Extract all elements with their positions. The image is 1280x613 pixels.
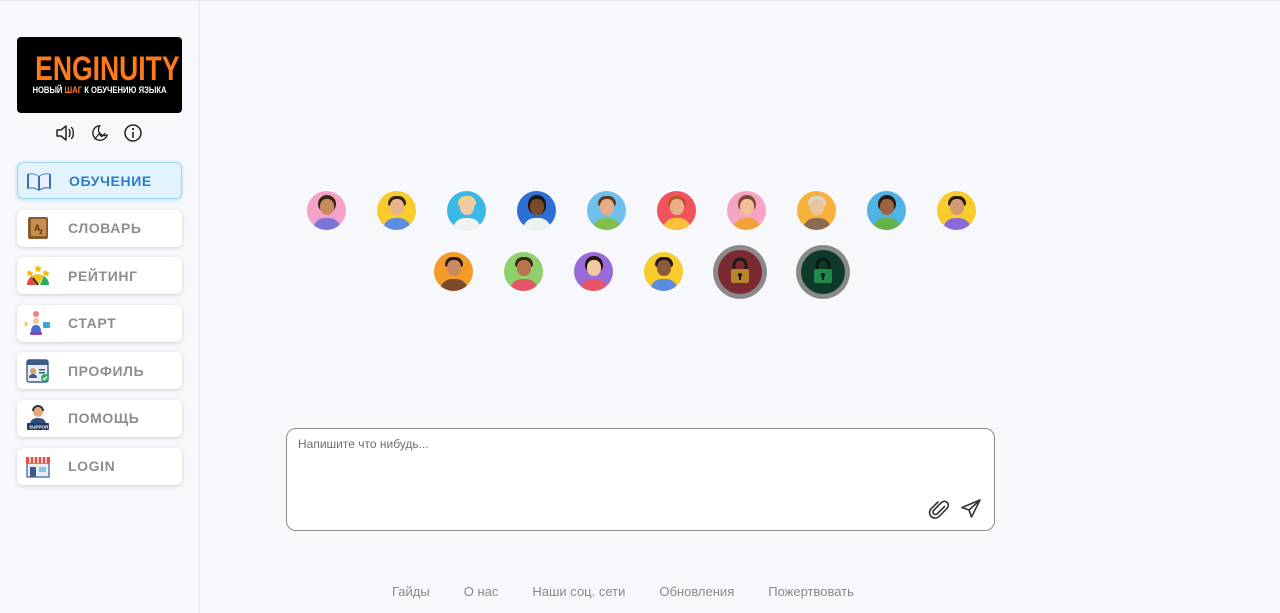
sidebar: ENGINUITY НОВЫЙ ШАГ К ОБУЧЕНИЮ ЯЗЫКА ОБУ… — [0, 1, 200, 613]
avatar[interactable] — [866, 191, 906, 230]
avatar-locked[interactable] — [713, 246, 766, 298]
avatar[interactable] — [433, 252, 473, 291]
avatar-row — [286, 191, 996, 230]
avatar[interactable] — [573, 252, 613, 291]
lock-icon — [730, 257, 749, 283]
rating-gauge-icon — [23, 262, 53, 290]
paperclip-icon[interactable] — [928, 498, 950, 520]
lock-icon — [813, 257, 832, 283]
avatar[interactable] — [586, 191, 626, 230]
avatar-locked[interactable] — [796, 246, 849, 298]
sidebar-item-label: ОБУЧЕНИЕ — [69, 172, 152, 189]
avatar[interactable] — [503, 252, 543, 291]
footer-link-about[interactable]: О нас — [464, 584, 499, 599]
svg-text:SUPPORT: SUPPORT — [29, 425, 51, 430]
sidebar-item-learning[interactable]: ОБУЧЕНИЕ — [17, 162, 182, 199]
avatar[interactable] — [796, 191, 836, 230]
sidebar-toolbar — [55, 123, 143, 143]
sidebar-nav: ОБУЧЕНИЕ Az СЛОВАРЬ РЕЙТИНГ СТАРТ ПРОФИЛ… — [17, 162, 182, 495]
sidebar-item-start[interactable]: СТАРТ — [17, 304, 182, 342]
avatar[interactable] — [656, 191, 696, 230]
sidebar-item-help[interactable]: SUPPORT ПОМОЩЬ — [17, 399, 182, 437]
avatar[interactable] — [936, 191, 976, 230]
message-input[interactable] — [296, 435, 920, 499]
start-icon — [23, 309, 53, 337]
sidebar-item-label: СТАРТ — [68, 315, 117, 332]
logo-wordmark: ENGINUITY — [35, 50, 180, 88]
sidebar-item-login[interactable]: LOGIN — [17, 447, 182, 485]
footer-link-donate[interactable]: Пожертвовать — [768, 584, 854, 599]
sidebar-item-label: РЕЙТИНГ — [68, 267, 138, 284]
sidebar-item-rating[interactable]: РЕЙТИНГ — [17, 257, 182, 295]
info-icon[interactable] — [123, 123, 143, 143]
message-composer — [286, 428, 995, 531]
store-login-icon — [23, 452, 53, 480]
theme-moon-icon[interactable] — [89, 123, 109, 143]
sidebar-item-profile[interactable]: ПРОФИЛЬ — [17, 352, 182, 390]
avatar-picker — [286, 191, 996, 320]
avatar-row — [286, 246, 996, 298]
footer-links: Гайды О нас Наши соц. сети Обновления По… — [392, 584, 854, 599]
footer-link-guides[interactable]: Гайды — [392, 584, 430, 599]
sidebar-item-label: ПРОФИЛЬ — [68, 362, 145, 379]
sidebar-item-label: СЛОВАРЬ — [68, 220, 142, 237]
svg-text:z: z — [39, 227, 43, 236]
book-icon — [24, 167, 54, 195]
speaker-icon[interactable] — [55, 123, 75, 143]
support-icon: SUPPORT — [23, 404, 53, 432]
sidebar-item-dictionary[interactable]: Az СЛОВАРЬ — [17, 209, 182, 247]
avatar[interactable] — [643, 252, 683, 291]
profile-card-icon — [23, 357, 53, 385]
avatar[interactable] — [306, 191, 346, 230]
sidebar-item-label: LOGIN — [68, 458, 116, 475]
avatar[interactable] — [726, 191, 766, 230]
logo[interactable]: ENGINUITY НОВЫЙ ШАГ К ОБУЧЕНИЮ ЯЗЫКА — [17, 37, 182, 113]
avatar[interactable] — [376, 191, 416, 230]
dictionary-icon: Az — [23, 214, 53, 242]
sidebar-item-label: ПОМОЩЬ — [68, 410, 140, 427]
avatar[interactable] — [446, 191, 486, 230]
send-icon[interactable] — [960, 498, 982, 520]
footer-link-updates[interactable]: Обновления — [659, 584, 734, 599]
logo-tagline: НОВЫЙ ШАГ К ОБУЧЕНИЮ ЯЗЫКА — [32, 85, 167, 95]
avatar[interactable] — [516, 191, 556, 230]
footer-link-social[interactable]: Наши соц. сети — [532, 584, 625, 599]
